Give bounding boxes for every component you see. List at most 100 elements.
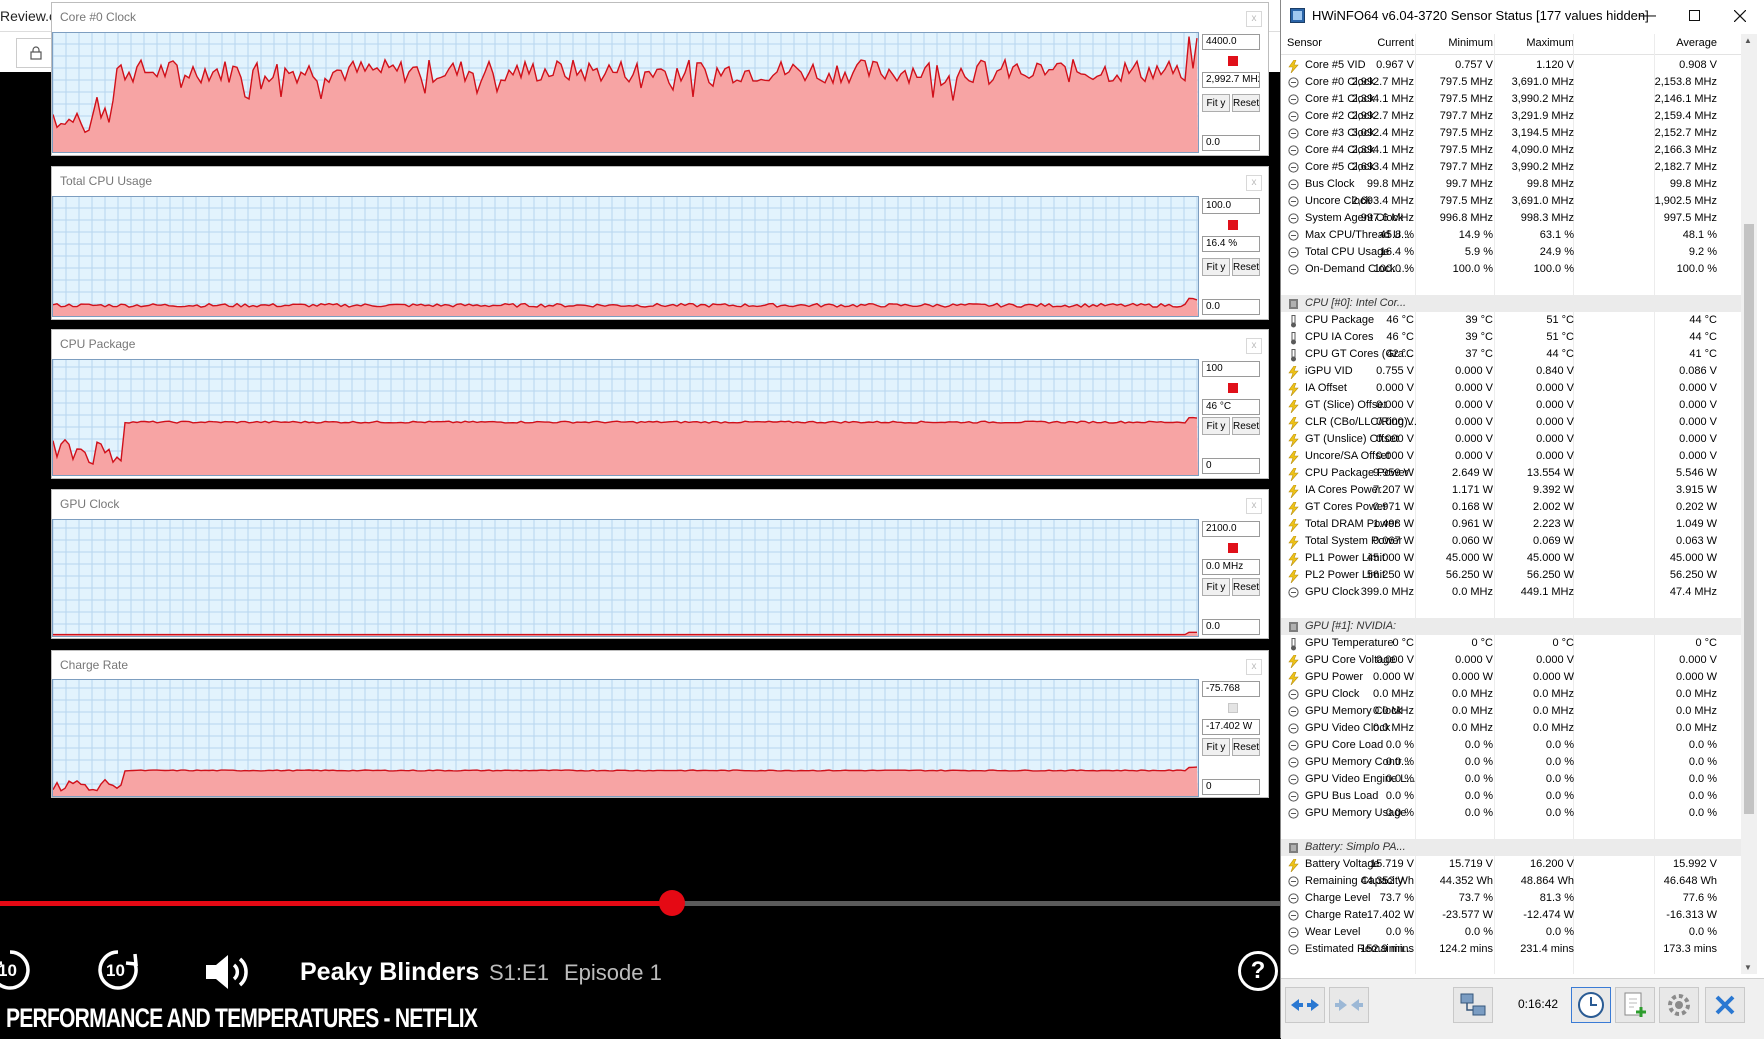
sensor-row[interactable]: Core #5 Clock 2,693.4 MHz 797.7 MHz 3,990.2… <box>1281 159 1741 176</box>
sensor-row[interactable]: GT (Unslice) Offset 0.000 V 0.000 V 0.000 V… <box>1281 431 1741 448</box>
expand-columns-button[interactable] <box>1285 987 1325 1023</box>
collapse-columns-button[interactable] <box>1329 987 1369 1023</box>
sensor-row[interactable]: Total CPU Usage 16.4 % 5.9 % 24.9 % 9.2 % <box>1281 244 1741 261</box>
rewind-10-button[interactable]: 10 <box>0 946 34 994</box>
sensor-row[interactable]: On-Demand Clock ... 100.0 % 100.0 % 100.0 %… <box>1281 261 1741 278</box>
sensor-row[interactable]: Total System Power 0.067 W 0.060 W 0.069 W0… <box>1281 533 1741 550</box>
sensor-row[interactable]: Core #4 Clock 2,394.1 MHz 797.5 MHz 4,090.0… <box>1281 142 1741 159</box>
help-button[interactable]: ? <box>1238 951 1278 991</box>
sensor-row[interactable]: PL1 Power Limit 45.000 W 45.000 W 45.000 W4… <box>1281 550 1741 567</box>
scroll-up-icon[interactable]: ▲ <box>1744 36 1752 45</box>
sensor-row[interactable]: Charge Rate -17.402 W -23.577 W -12.474 W -1… <box>1281 907 1741 924</box>
sensor-row[interactable]: CPU Package 46 °C 39 °C 51 °C 44 °C <box>1281 312 1741 329</box>
graph-color-swatch[interactable] <box>1228 56 1238 66</box>
sensor-row[interactable]: System Agent Clock 997.6 MHz 996.8 MHz 998.… <box>1281 210 1741 227</box>
sensor-row[interactable]: Remaining Capacity 44.352 Wh 44.352 Wh 48.8… <box>1281 873 1741 890</box>
fit-y-button[interactable]: Fit y <box>1202 258 1230 276</box>
graph-min-field[interactable]: 0.0 <box>1202 619 1260 635</box>
sensor-row[interactable]: GPU Memory Contr... 0.0 % 0.0 % 0.0 % 0.0 % <box>1281 754 1741 771</box>
sensor-row[interactable]: Total DRAM Power 1.498 W 0.961 W 2.223 W 1.0… <box>1281 516 1741 533</box>
sensor-row[interactable]: Core #2 Clock 2,992.7 MHz 797.7 MHz 3,291.9… <box>1281 108 1741 125</box>
exit-button[interactable] <box>1705 987 1745 1023</box>
vertical-scrollbar[interactable]: ▲ ▼ <box>1741 34 1757 974</box>
sensor-row[interactable]: GPU Temperature 0 °C 0 °C 0 °C 0 °C <box>1281 635 1741 652</box>
graph-max-field[interactable]: 100.0 <box>1202 198 1260 214</box>
sensor-row[interactable]: GPU Memory Usage 0.0 % 0.0 % 0.0 % 0.0 % <box>1281 805 1741 822</box>
sensor-row[interactable]: Core #1 Clock 2,394.1 MHz 797.5 MHz 3,990.2… <box>1281 91 1741 108</box>
graph-min-field[interactable]: 0.0 <box>1202 299 1260 315</box>
sensor-row[interactable]: GPU Memory Clock 0.0 MHz 0.0 MHz 0.0 MHz 0.0… <box>1281 703 1741 720</box>
sensor-row[interactable]: Core #0 Clock 2,992.7 MHz 797.5 MHz 3,691.0… <box>1281 74 1741 91</box>
sensor-row[interactable]: GPU Video Engine L... 0.0 % 0.0 % 0.0 % 0.0 … <box>1281 771 1741 788</box>
sensor-row[interactable]: CPU GT Cores (Gra... 42 °C 37 °C 44 °C 41 °C <box>1281 346 1741 363</box>
column-sensor[interactable]: Sensor <box>1287 37 1322 49</box>
add-report-button[interactable] <box>1615 987 1655 1023</box>
sensor-row[interactable]: Uncore/SA Offset 0.000 V 0.000 V 0.000 V 0.0… <box>1281 448 1741 465</box>
sensor-row[interactable]: GPU Core Voltage 0.000 V 0.000 V 0.000 V 0.0… <box>1281 652 1741 669</box>
sensor-row[interactable]: GPU Video Clock 0.0 MHz 0.0 MHz 0.0 MHz 0.0 … <box>1281 720 1741 737</box>
sensor-row[interactable]: GPU Clock 399.0 MHz 0.0 MHz 449.1 MHz 47.4 M… <box>1281 584 1741 601</box>
fit-y-button[interactable]: Fit y <box>1202 738 1230 756</box>
fit-y-button[interactable]: Fit y <box>1202 94 1230 112</box>
column-current[interactable]: Current <box>1377 37 1414 49</box>
column-average[interactable]: Average <box>1676 37 1717 49</box>
sensor-row[interactable]: Battery Voltage 15.719 V 15.719 V 16.200 V1… <box>1281 856 1741 873</box>
graph-min-field[interactable]: 0.0 <box>1202 135 1260 151</box>
column-minimum[interactable]: Minimum <box>1448 37 1493 49</box>
sensor-row[interactable]: iGPU VID 0.755 V 0.000 V 0.840 V 0.086 V <box>1281 363 1741 380</box>
sensor-group-header[interactable]: CPU [#0]: Intel Cor... <box>1281 295 1741 312</box>
reset-button[interactable]: Reset <box>1232 738 1260 756</box>
sensor-row[interactable]: Bus Clock 99.8 MHz 99.7 MHz 99.8 MHz 99.8 MH… <box>1281 176 1741 193</box>
reset-button[interactable]: Reset <box>1232 417 1260 435</box>
column-maximum[interactable]: Maximum <box>1526 37 1574 49</box>
fit-y-button[interactable]: Fit y <box>1202 578 1230 596</box>
graph-close-button[interactable]: x <box>1246 498 1262 514</box>
sensor-row[interactable]: GPU Power 0.000 W 0.000 W 0.000 W 0.000 W <box>1281 669 1741 686</box>
site-info-button[interactable] <box>16 38 56 68</box>
reset-button[interactable]: Reset <box>1232 258 1260 276</box>
network-button[interactable] <box>1453 987 1493 1023</box>
sensor-row[interactable]: Charge Level 73.7 % 73.7 % 81.3 % 77.6 % <box>1281 890 1741 907</box>
sensor-row[interactable]: GPU Bus Load 0.0 % 0.0 % 0.0 % 0.0 % <box>1281 788 1741 805</box>
sensor-row[interactable]: GPU Core Load 0.0 % 0.0 % 0.0 % 0.0 % <box>1281 737 1741 754</box>
fit-y-button[interactable]: Fit y <box>1202 417 1230 435</box>
scrollbar-thumb[interactable] <box>1744 224 1754 814</box>
reset-timer-button[interactable] <box>1571 987 1611 1023</box>
graph-max-field[interactable]: 100 <box>1202 361 1260 377</box>
sensor-row[interactable]: GT (Slice) Offset 0.000 V 0.000 V 0.000 V 0.… <box>1281 397 1741 414</box>
reset-button[interactable]: Reset <box>1232 578 1260 596</box>
sensor-row[interactable]: CLR (CBo/LLC/Ring)... 0.000 V 0.000 V 0.000… <box>1281 414 1741 431</box>
sensor-row[interactable]: Uncore Clock 2,693.4 MHz 797.5 MHz 3,691.0 … <box>1281 193 1741 210</box>
sensor-row[interactable]: Estimated Remainin... 152.9 mins 124.2 min… <box>1281 941 1741 958</box>
reset-button[interactable]: Reset <box>1232 94 1260 112</box>
sensor-row[interactable]: Core #5 VID 0.967 V 0.757 V 1.120 V 0.908 V <box>1281 57 1741 74</box>
sensor-row[interactable]: GT Cores Power 0.971 W 0.168 W 2.002 W 0.202… <box>1281 499 1741 516</box>
graph-color-swatch[interactable] <box>1228 220 1238 230</box>
graph-max-field[interactable]: -75.768 <box>1202 681 1260 697</box>
progress-scrubber[interactable] <box>658 890 685 916</box>
forward-10-button[interactable]: 10 <box>94 946 142 994</box>
sensor-row[interactable]: CPU IA Cores 46 °C 39 °C 51 °C 44 °C <box>1281 329 1741 346</box>
sensor-row[interactable]: PL2 Power Limit 56.250 W 56.250 W 56.250 W5… <box>1281 567 1741 584</box>
sensor-group-header[interactable]: Battery: Simplo PA... <box>1281 839 1741 856</box>
sensor-row[interactable]: IA Offset 0.000 V 0.000 V 0.000 V 0.000 V <box>1281 380 1741 397</box>
scroll-down-icon[interactable]: ▼ <box>1744 963 1752 972</box>
maximize-button[interactable] <box>1671 0 1717 31</box>
graph-close-button[interactable]: x <box>1246 338 1262 354</box>
graph-color-swatch[interactable] <box>1228 703 1238 713</box>
graph-color-swatch[interactable] <box>1228 383 1238 393</box>
sensor-row[interactable]: CPU Package Power 9.959 W 2.649 W 13.554 W5… <box>1281 465 1741 482</box>
sensor-row[interactable]: IA Cores Power 7.207 W 1.171 W 9.392 W 3.915… <box>1281 482 1741 499</box>
sensor-row[interactable]: Core #3 Clock 3,092.4 MHz 797.5 MHz 3,194.5… <box>1281 125 1741 142</box>
graph-color-swatch[interactable] <box>1228 543 1238 553</box>
minimize-button[interactable]: — <box>1625 0 1671 31</box>
settings-button[interactable] <box>1659 987 1699 1023</box>
sensor-row[interactable]: Wear Level 0.0 % 0.0 % 0.0 % 0.0 % <box>1281 924 1741 941</box>
sensor-row[interactable]: Max CPU/Thread U... 45.8 % 14.9 % 63.1 % 48.… <box>1281 227 1741 244</box>
graph-close-button[interactable]: x <box>1246 659 1262 675</box>
graph-close-button[interactable]: x <box>1246 175 1262 191</box>
close-window-button[interactable] <box>1717 0 1763 31</box>
graph-min-field[interactable]: 0 <box>1202 779 1260 795</box>
graph-max-field[interactable]: 4400.0 <box>1202 34 1260 50</box>
graph-min-field[interactable]: 0 <box>1202 458 1260 474</box>
